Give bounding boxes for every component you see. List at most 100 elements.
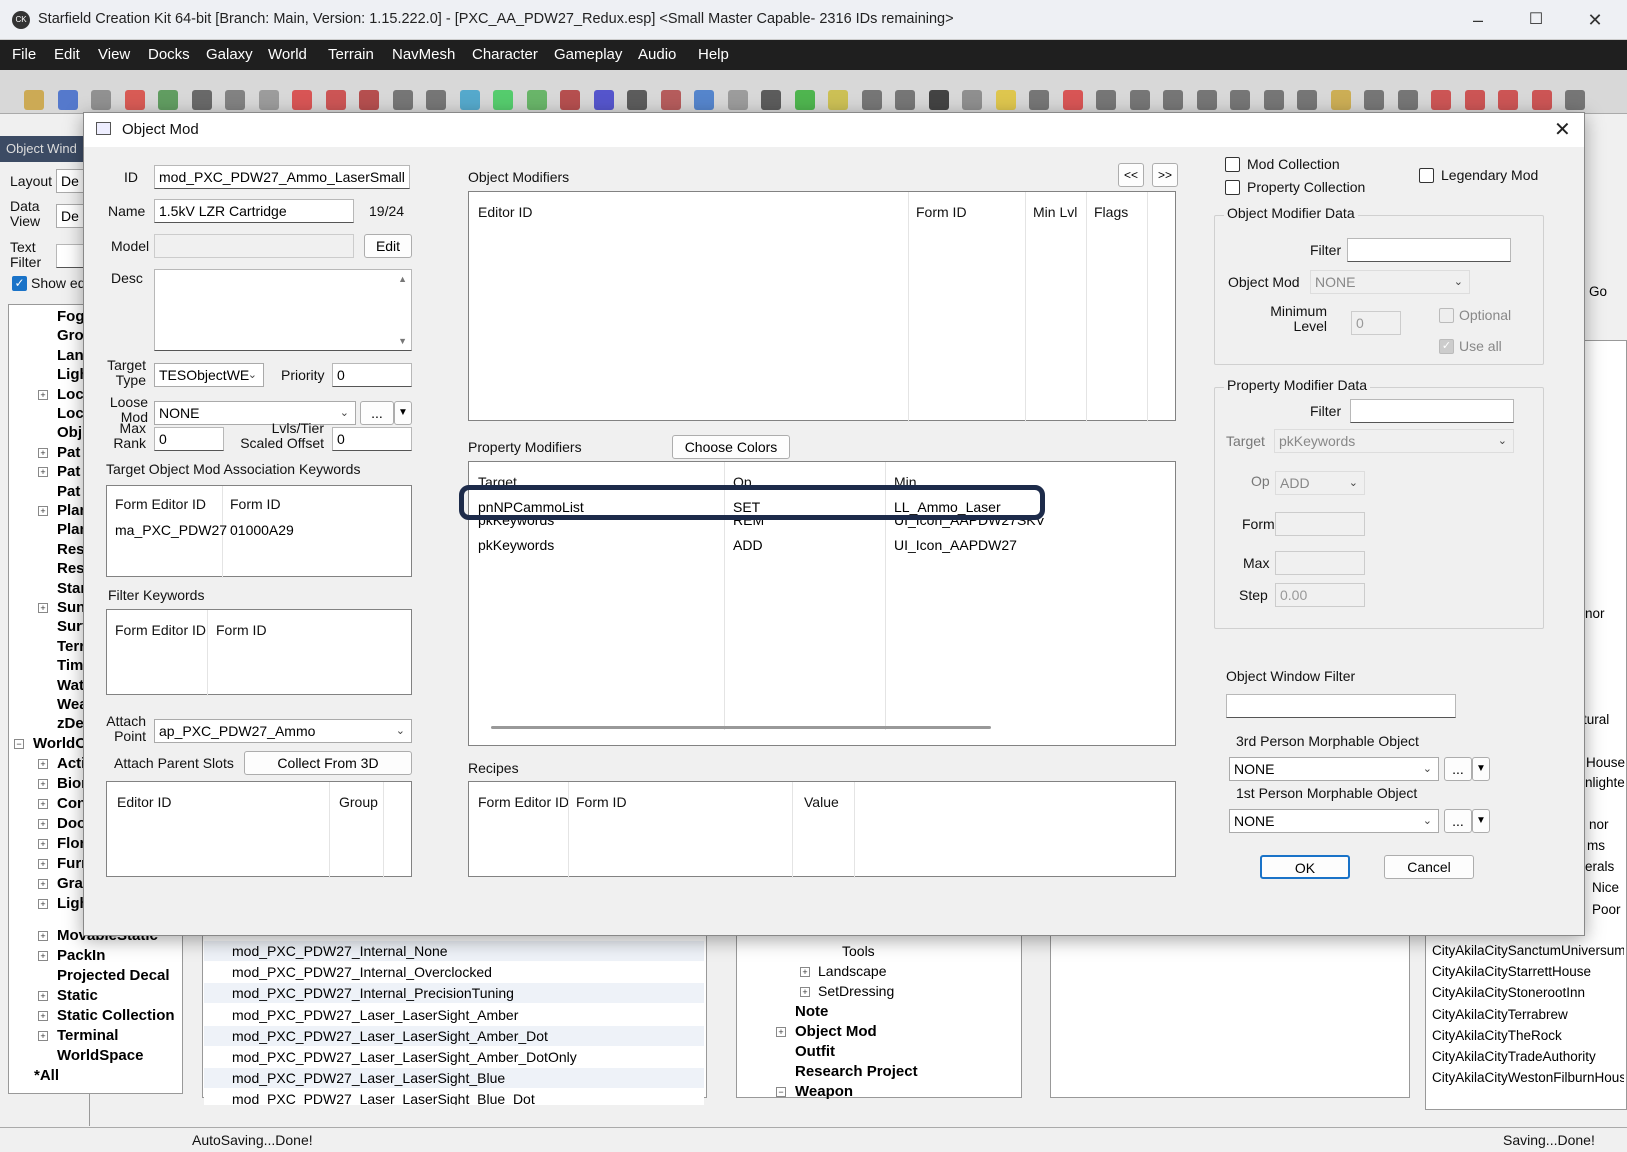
- menu-world[interactable]: World: [268, 46, 307, 63]
- max-rank-input[interactable]: 0: [154, 427, 224, 451]
- tree-item[interactable]: Loc: [57, 405, 84, 422]
- loose-mod-browse-button[interactable]: ...: [360, 401, 394, 425]
- list-item[interactable]: CityAkilaCityTerrabrew: [1432, 1007, 1624, 1022]
- tree-item[interactable]: Res: [57, 541, 85, 558]
- pmd-filter-input[interactable]: [1350, 399, 1514, 423]
- toolbar-tool-icon[interactable]: [928, 90, 949, 110]
- list-item[interactable]: CityAkilaCityWestonFilburnHous: [1432, 1070, 1624, 1085]
- horizontal-scrollbar[interactable]: [491, 726, 991, 729]
- toolbar-tool-icon[interactable]: [57, 90, 78, 110]
- tree-item[interactable]: Acti: [57, 755, 85, 772]
- toolbar-tool-icon[interactable]: [124, 90, 145, 110]
- object-window-filter-input[interactable]: [1226, 694, 1456, 718]
- tree-item[interactable]: Gro: [57, 327, 84, 344]
- expand-icon[interactable]: +: [38, 799, 48, 809]
- first-person-browse-button[interactable]: ...: [1444, 809, 1472, 833]
- toolbar-tool-icon[interactable]: [1163, 90, 1183, 110]
- toolbar-tool-icon[interactable]: [1230, 90, 1250, 110]
- priority-input[interactable]: 0: [332, 363, 412, 387]
- list-item[interactable]: mod_PXC_PDW27_Laser_LaserSight_Amber_Dot…: [204, 1047, 704, 1067]
- menu-character[interactable]: Character: [472, 46, 538, 63]
- tree-item[interactable]: Outfit: [795, 1043, 835, 1060]
- toolbar-tool-icon[interactable]: [1431, 90, 1451, 110]
- menu-galaxy[interactable]: Galaxy: [206, 46, 253, 63]
- list-item[interactable]: CityAkilaCityTheRock: [1432, 1028, 1624, 1043]
- tree-item[interactable]: Pat: [57, 444, 80, 461]
- toolbar-tool-icon[interactable]: [91, 90, 111, 110]
- toolbar-tool-icon[interactable]: [1263, 90, 1284, 110]
- toolbar-tool-icon[interactable]: [158, 90, 178, 110]
- expand-icon[interactable]: +: [776, 1027, 786, 1037]
- target-kw-grid[interactable]: Form Editor ID Form ID ma_PXC_PDW27 0100…: [106, 485, 412, 578]
- attach-slots-grid[interactable]: Editor ID Group: [106, 781, 412, 878]
- collapse-icon[interactable]: −: [776, 1087, 786, 1097]
- list-item[interactable]: CityAkilaCitySanctumUniversum: [1432, 943, 1624, 958]
- list-item[interactable]: mod_PXC_PDW27_Internal_Overclocked: [204, 962, 704, 983]
- tree-item-worldobjects[interactable]: WorldO: [33, 735, 87, 752]
- expand-icon[interactable]: +: [38, 447, 48, 458]
- toolbar-tool-icon[interactable]: [995, 90, 1016, 110]
- menu-terrain[interactable]: Terrain: [328, 46, 374, 63]
- list-item[interactable]: mod_PXC_PDW27_Internal_PrecisionTuning: [204, 983, 704, 1004]
- expand-icon[interactable]: +: [38, 779, 48, 789]
- recipes-grid[interactable]: Form Editor ID Form ID Value: [468, 781, 1176, 878]
- expand-icon[interactable]: +: [38, 839, 48, 849]
- toolbar-tool-icon[interactable]: [1297, 90, 1317, 110]
- expand-icon[interactable]: +: [800, 987, 810, 997]
- third-person-dropdown-icon[interactable]: ▼: [1472, 757, 1490, 781]
- list-item[interactable]: mod_PXC_PDW27_Laser_LaserSight_Amber_Dot: [204, 1025, 704, 1046]
- dialog-close-icon[interactable]: ✕: [1554, 117, 1571, 142]
- tree-item[interactable]: Terr: [57, 638, 85, 655]
- toolbar-tool-icon[interactable]: [962, 90, 982, 110]
- toolbar-tool-icon[interactable]: [1129, 90, 1150, 110]
- tree-item[interactable]: Res: [57, 560, 85, 577]
- first-person-select[interactable]: NONE ⌄: [1229, 809, 1439, 833]
- menu-edit[interactable]: Edit: [54, 46, 80, 63]
- toolbar-tool-icon[interactable]: [694, 90, 714, 110]
- tree-item[interactable]: Object Mod: [795, 1023, 877, 1040]
- tree-item[interactable]: Note: [795, 1003, 828, 1020]
- toolbar-tool-icon[interactable]: [1196, 90, 1217, 110]
- toolbar-tool-icon[interactable]: [392, 90, 413, 110]
- edit-button[interactable]: Edit: [364, 234, 412, 258]
- tree-item[interactable]: Lan: [57, 347, 84, 364]
- tree-item[interactable]: Terminal: [57, 1027, 118, 1044]
- tree-item[interactable]: Weapon: [795, 1083, 853, 1100]
- show-checkbox[interactable]: ✓: [12, 276, 27, 291]
- tree-item[interactable]: Loc: [57, 386, 84, 403]
- property-collection-checkbox[interactable]: [1225, 180, 1240, 195]
- list-item[interactable]: mod_PXC_PDW27_Laser_LaserSight_Amber: [204, 1004, 704, 1025]
- list-item[interactable]: CityAkilaCityStonerootInn: [1432, 985, 1624, 1000]
- toolbar-tool-icon[interactable]: [459, 90, 480, 110]
- toolbar-tool-icon[interactable]: [660, 90, 681, 110]
- menu-view[interactable]: View: [98, 46, 130, 63]
- tree-item[interactable]: Star: [57, 580, 86, 597]
- toolbar-tool-icon[interactable]: [727, 90, 748, 110]
- close-icon[interactable]: ✕: [1583, 8, 1607, 32]
- toolbar-tool-icon[interactable]: [258, 90, 279, 110]
- tree-item[interactable]: Tools: [842, 943, 875, 959]
- toolbar-tool-icon[interactable]: [828, 90, 848, 110]
- menu-file[interactable]: File: [12, 46, 36, 63]
- tree-item[interactable]: Flor: [57, 835, 85, 852]
- toolbar-tool-icon[interactable]: [1029, 90, 1049, 110]
- toolbar-tool-icon[interactable]: [560, 90, 580, 110]
- menu-navmesh[interactable]: NavMesh: [392, 46, 455, 63]
- tree-item[interactable]: Fog: [57, 308, 85, 325]
- scroll-down-icon[interactable]: ▼: [398, 336, 407, 346]
- filter-kw-grid[interactable]: Form Editor ID Form ID: [106, 609, 412, 696]
- collect-from-3d-button[interactable]: Collect From 3D: [244, 751, 412, 775]
- expand-icon[interactable]: +: [38, 991, 48, 1001]
- toolbar-tool-icon[interactable]: [1565, 90, 1585, 110]
- tree-item[interactable]: Research Project: [795, 1063, 918, 1080]
- list-item[interactable]: mod_PXC_PDW27_Laser_LaserSight_Blue_Dot: [204, 1089, 704, 1106]
- tree-item[interactable]: Pat: [57, 463, 80, 480]
- third-person-select[interactable]: NONE ⌄: [1229, 757, 1439, 781]
- tree-item[interactable]: Landscape: [818, 963, 887, 979]
- pm-row3-target[interactable]: pkKeywords: [478, 537, 554, 553]
- toolbar-tool-icon[interactable]: [1364, 90, 1384, 110]
- menu-audio[interactable]: Audio: [638, 46, 676, 63]
- id-input[interactable]: mod_PXC_PDW27_Ammo_LaserSmall: [154, 165, 410, 189]
- list-item[interactable]: CityAkilaCityTradeAuthority: [1432, 1049, 1624, 1064]
- third-person-browse-button[interactable]: ...: [1444, 757, 1472, 781]
